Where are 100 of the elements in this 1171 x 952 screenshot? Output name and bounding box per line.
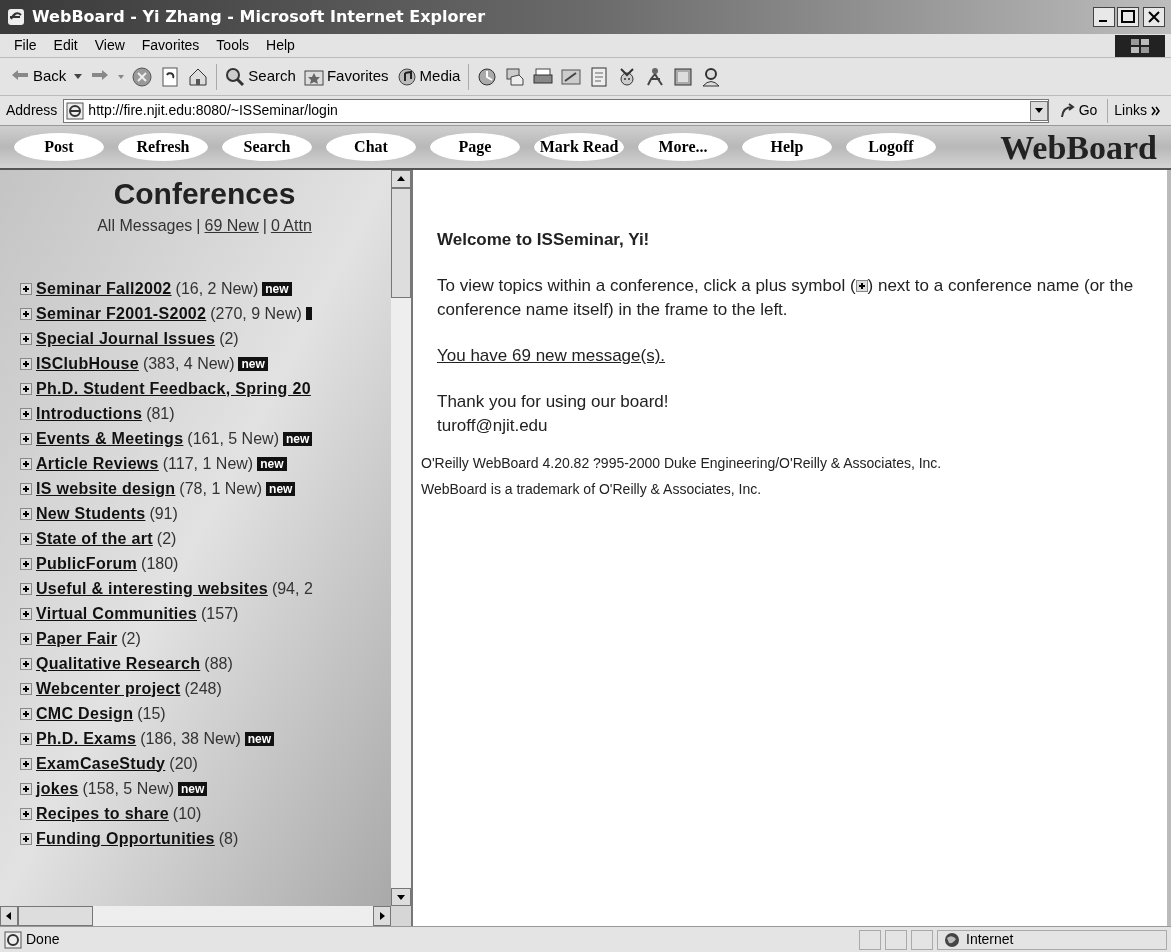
scroll-thumb[interactable]	[391, 188, 411, 298]
nav-button[interactable]: Refresh	[118, 133, 208, 161]
conference-link[interactable]: Funding Opportunities	[36, 826, 215, 851]
scroll-left-button[interactable]	[0, 906, 18, 926]
new-messages-link[interactable]: You have 69 new message(s).	[437, 344, 666, 368]
conference-link[interactable]: Article Reviews	[36, 451, 159, 476]
plus-icon[interactable]	[20, 632, 32, 645]
attention-link[interactable]: 0 Attn	[270, 214, 312, 238]
webboard-logo: WebBoard	[1000, 127, 1157, 168]
media-button[interactable]: Media	[396, 62, 461, 91]
nav-button[interactable]: Logoff	[846, 133, 936, 161]
new-badge: new	[262, 281, 292, 296]
conference-link[interactable]: Qualitative Research	[36, 651, 201, 676]
plus-icon[interactable]	[20, 507, 32, 520]
plus-icon[interactable]	[20, 382, 32, 395]
search-button[interactable]: Search	[225, 62, 296, 91]
plus-icon[interactable]	[20, 582, 32, 595]
nav-button[interactable]: Mark Read	[534, 133, 624, 161]
clock-icon[interactable]	[477, 66, 498, 87]
conference-link[interactable]: Useful & interesting websites	[36, 576, 268, 601]
dropdown-arrow-icon[interactable]	[1034, 108, 1043, 113]
conference-link[interactable]: State of the art	[36, 526, 153, 551]
refresh-icon[interactable]	[160, 66, 181, 87]
conference-link[interactable]: Ph.D. Exams	[36, 726, 137, 751]
conference-link[interactable]: Seminar Fall2002	[36, 276, 172, 301]
plus-icon[interactable]	[20, 457, 32, 470]
menu-item[interactable]: View	[86, 35, 133, 56]
dropdown-arrow-icon[interactable]	[74, 74, 83, 79]
plus-icon[interactable]	[20, 657, 32, 670]
home-icon[interactable]	[188, 66, 209, 87]
window-title: WebBoard - Yi Zhang - Microsoft Internet Explorer	[32, 6, 486, 28]
stop-icon[interactable]	[132, 66, 153, 87]
menu-item[interactable]: Edit	[45, 35, 86, 56]
running-figure-icon[interactable]	[645, 66, 666, 87]
address-field[interactable]: http://fire.njit.edu:8080/~ISSeminar/login	[63, 98, 1049, 123]
scroll-up-button[interactable]	[391, 170, 411, 188]
conference-link[interactable]: CMC Design	[36, 701, 134, 726]
nav-button[interactable]: Post	[14, 133, 104, 161]
conference-link[interactable]: IS website design	[36, 476, 176, 501]
plus-icon[interactable]	[20, 682, 32, 695]
document-icon[interactable]	[589, 66, 610, 87]
plus-icon[interactable]	[20, 307, 32, 320]
nav-button[interactable]: Search	[222, 133, 312, 161]
conference-link[interactable]: Seminar F2001-S2002	[36, 301, 207, 326]
scroll-thumb[interactable]	[18, 906, 93, 926]
person-icon[interactable]	[701, 66, 722, 87]
plus-icon[interactable]	[20, 557, 32, 570]
conference-link[interactable]: jokes	[36, 776, 79, 801]
minimize-icon[interactable]	[1093, 7, 1115, 27]
scroll-right-button[interactable]	[373, 906, 391, 926]
plus-icon[interactable]	[20, 357, 32, 370]
menu-item[interactable]: File	[6, 35, 45, 56]
printer-icon[interactable]	[533, 66, 554, 87]
links-button[interactable]: Links	[1114, 100, 1165, 121]
conference-link[interactable]: ISClubHouse	[36, 351, 139, 376]
conference-link[interactable]: Webcenter project	[36, 676, 181, 701]
conference-link[interactable]: Recipes to share	[36, 801, 169, 826]
maximize-icon[interactable]	[1117, 7, 1139, 27]
new-messages-link[interactable]: 69 New	[204, 214, 259, 238]
plus-icon[interactable]	[20, 832, 32, 845]
conference-link[interactable]: Special Journal Issues	[36, 326, 216, 351]
plus-icon[interactable]	[20, 757, 32, 770]
plus-icon[interactable]	[20, 707, 32, 720]
plus-icon[interactable]	[20, 407, 32, 420]
conference-link[interactable]: Introductions	[36, 401, 143, 426]
favorites-button[interactable]: Favorites	[303, 62, 389, 91]
menu-item[interactable]: Help	[258, 35, 303, 56]
scroll-down-button[interactable]	[391, 888, 411, 906]
plus-icon[interactable]	[20, 482, 32, 495]
conference-link[interactable]: Ph.D. Student Feedback, Spring 20	[36, 376, 311, 401]
plus-icon[interactable]	[20, 807, 32, 820]
close-icon[interactable]	[1143, 7, 1165, 27]
plus-icon[interactable]	[20, 607, 32, 620]
browser-icon	[6, 7, 26, 27]
plus-icon[interactable]	[20, 332, 32, 345]
conference-link[interactable]: ExamCaseStudy	[36, 751, 166, 776]
plus-icon[interactable]	[20, 732, 32, 745]
nav-button[interactable]: Chat	[326, 133, 416, 161]
conference-link[interactable]: PublicForum	[36, 551, 138, 576]
menu-item[interactable]: Favorites	[133, 35, 208, 56]
nav-button[interactable]: Page	[430, 133, 520, 161]
message-count: (2)	[121, 628, 141, 649]
media-icon	[396, 66, 417, 87]
go-button[interactable]: Go	[1054, 100, 1102, 121]
plus-icon[interactable]	[20, 782, 32, 795]
plus-icon[interactable]	[20, 432, 32, 445]
plus-icon[interactable]	[20, 282, 32, 295]
nav-button[interactable]: More...	[638, 133, 728, 161]
plus-icon[interactable]	[20, 532, 32, 545]
nav-button[interactable]: Help	[742, 133, 832, 161]
conference-link[interactable]: Virtual Communities	[36, 601, 197, 626]
back-button[interactable]: Back	[10, 62, 67, 91]
conference-link[interactable]: New Students	[36, 501, 146, 526]
conference-link[interactable]: Events & Meetings	[36, 426, 184, 451]
edit-icon[interactable]	[561, 66, 582, 87]
new-badge: new	[244, 731, 275, 746]
conference-link[interactable]: Paper Fair	[36, 626, 118, 651]
menu-item[interactable]: Tools	[208, 35, 258, 56]
book-icon[interactable]	[673, 66, 694, 87]
mail-icon[interactable]	[505, 66, 526, 87]
